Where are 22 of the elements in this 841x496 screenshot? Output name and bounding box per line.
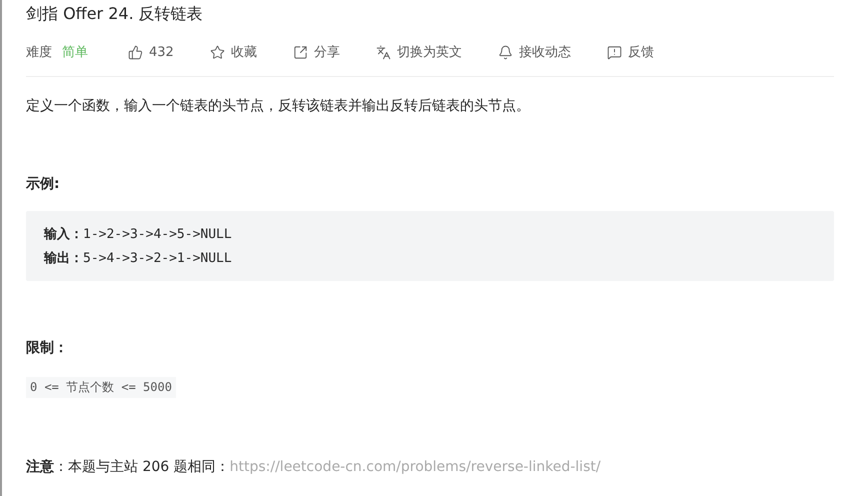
note-text: 注意：本题与主站 206 题相同：https://leetcode-cn.com/problems/reverse-linked-list/ (26, 458, 602, 476)
action-button[interactable]: 分享 (292, 43, 340, 61)
problem-title: 剑指 Offer 24. 反转链表 (26, 4, 204, 25)
thumbs-up-icon (128, 44, 143, 60)
action-button[interactable]: 切换为英文 (376, 43, 462, 61)
action-button[interactable]: 432 (128, 44, 174, 60)
limits-heading: 限制： (26, 339, 69, 357)
description: 定义一个函数，输入一个链表的头节点，反转该链表并输出反转后链表的头节点。 (26, 97, 531, 115)
example-line: 输出：5->4->3->2->1->NULL (44, 250, 233, 267)
bell-icon (498, 44, 513, 60)
limits-code: 0 <= 节点个数 <= 5000 (26, 377, 176, 398)
translate-icon (376, 44, 391, 60)
action-button[interactable]: 反馈 (606, 43, 654, 61)
action-button[interactable]: 接收动态 (498, 43, 571, 61)
example-line: 输入：1->2->3->4->5->NULL (44, 226, 233, 243)
feedback-icon (606, 44, 622, 60)
example-heading: 示例: (26, 175, 61, 193)
difficulty-value: 简单 (62, 44, 88, 61)
share-icon (292, 44, 308, 60)
action-button[interactable]: 收藏 (210, 43, 257, 61)
difficulty-label: 难度 (26, 44, 52, 61)
star-icon (210, 44, 225, 60)
